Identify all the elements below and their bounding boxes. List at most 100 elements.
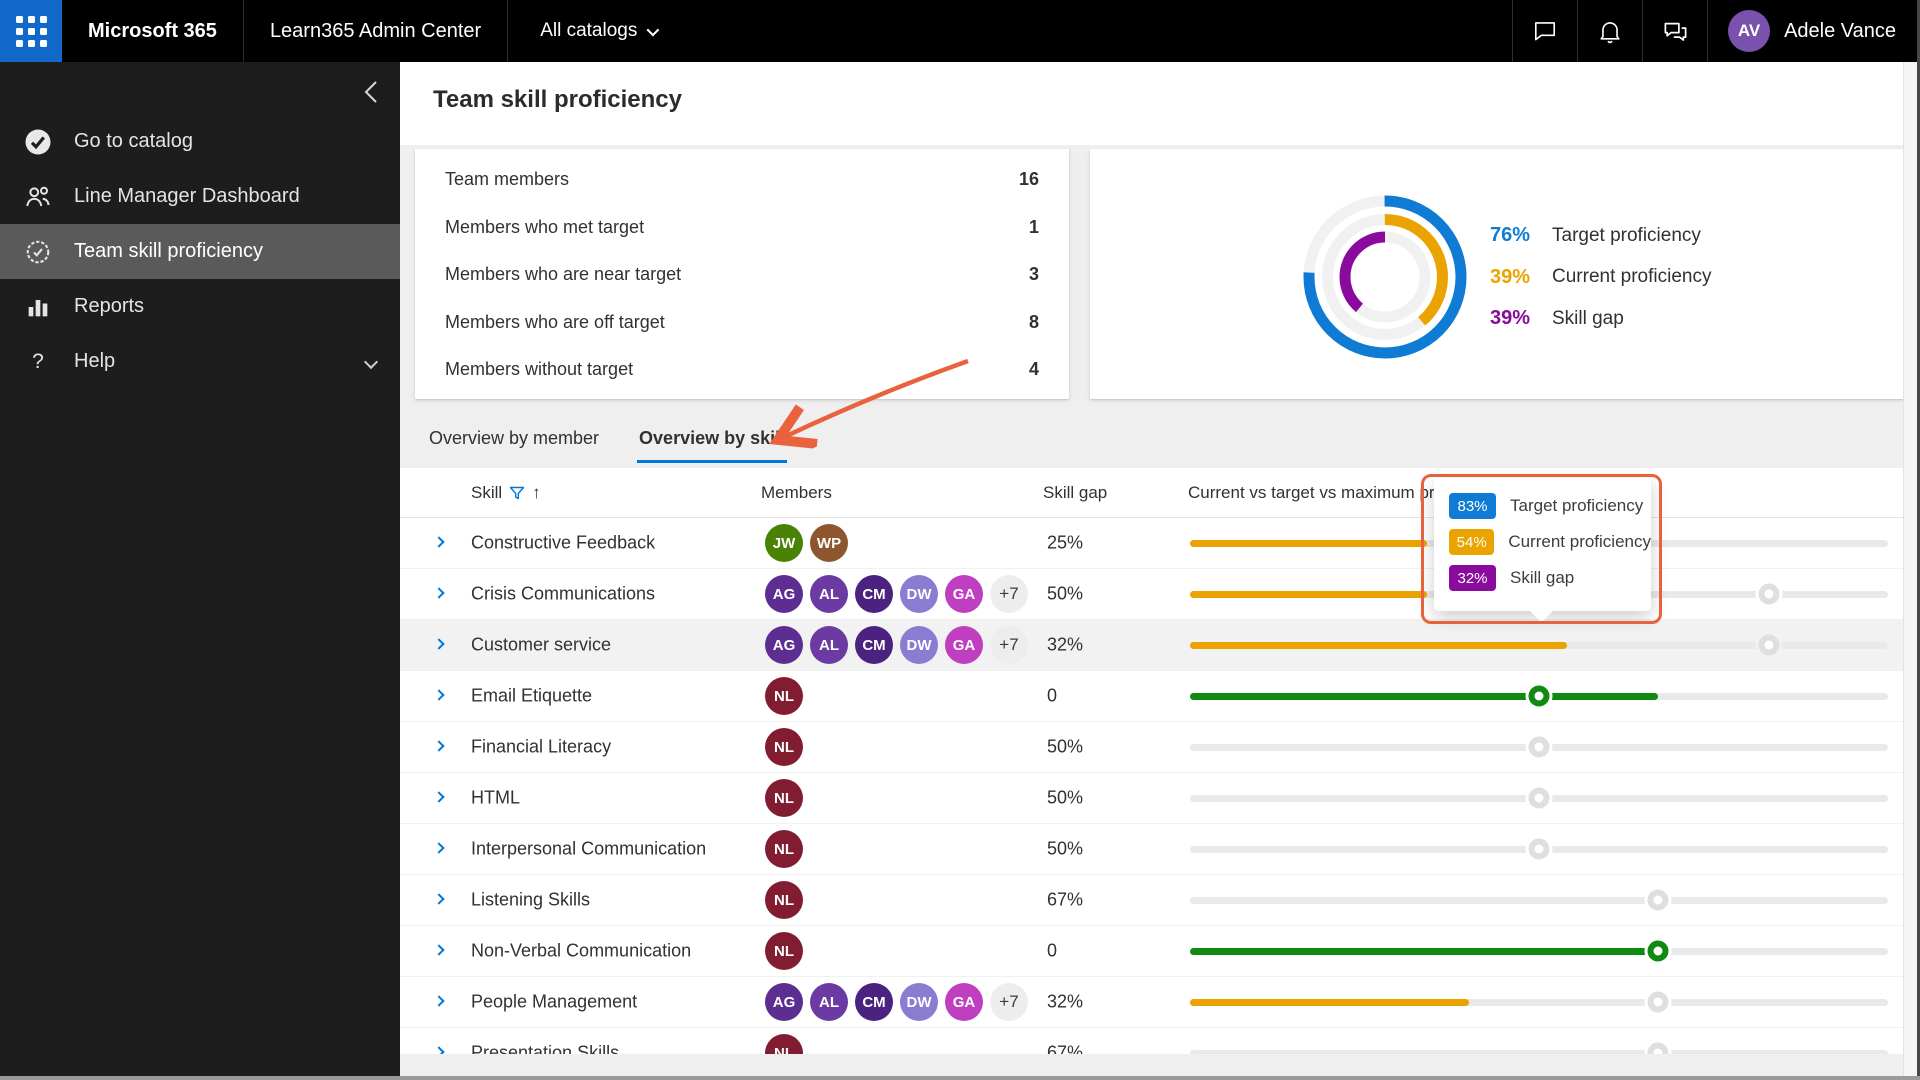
row-expand-chevron-icon[interactable] [432, 534, 450, 552]
stat-row: Members without target 4 [445, 346, 1039, 394]
sidebar-item-go-to-catalog[interactable]: Go to catalog [0, 114, 400, 169]
sidebar-item-team-skill-proficiency[interactable]: Team skill proficiency [0, 224, 400, 279]
tab-overview-by-member[interactable]: Overview by member [427, 424, 601, 463]
column-header-members[interactable]: Members [761, 483, 832, 503]
column-header-proficiency[interactable]: Current vs target vs maximum pro [1188, 483, 1444, 503]
stat-row: Members who are near target 3 [445, 251, 1039, 299]
table-row[interactable]: Email Etiquette NL 0 [400, 671, 1906, 722]
sidebar-item-label: Help [74, 350, 116, 372]
row-expand-chevron-icon[interactable] [432, 636, 450, 654]
table-row[interactable]: Interpersonal Communication NL 50% [400, 824, 1906, 875]
table-row[interactable]: Financial Literacy NL 50% [400, 722, 1906, 773]
table-header: Skill ↑ Members Skill gap Current vs tar… [400, 468, 1906, 518]
table-row[interactable]: Constructive Feedback JW WP 25% [400, 518, 1906, 569]
table-row[interactable]: Presentation Skills NL 67% [400, 1028, 1906, 1054]
product-name[interactable]: Microsoft 365 [62, 20, 243, 43]
catalog-selector[interactable]: All catalogs [508, 20, 670, 42]
avatar-overflow-count: +7 [990, 626, 1028, 664]
proficiency-slider [1190, 787, 1888, 809]
skill-name: Listening Skills [471, 889, 591, 910]
avatar: CM [855, 626, 893, 664]
proficiency-slider [1190, 736, 1888, 758]
avatar: NL [765, 677, 803, 715]
avatar-overflow-count: +7 [990, 575, 1028, 613]
table-row[interactable]: Non-Verbal Communication NL 0 [400, 926, 1906, 977]
members-avatars: NL [765, 728, 810, 766]
table-row[interactable]: People Management AG AL CM DW GA +7 32% [400, 977, 1906, 1028]
sort-ascending-icon[interactable]: ↑ [532, 483, 541, 503]
table-row[interactable]: Customer service AG AL CM DW GA +7 32% [400, 620, 1906, 671]
legend-value: 39% [1490, 265, 1531, 288]
skills-table: Skill ↑ Members Skill gap Current vs tar… [400, 468, 1906, 1054]
sidebar-collapse-icon[interactable] [360, 78, 384, 111]
stat-row: Team members 16 [445, 156, 1039, 204]
avatar: NL [765, 1034, 803, 1054]
slider-fill [1190, 998, 1470, 1006]
skill-name: Email Etiquette [471, 685, 593, 706]
avatar: CM [855, 575, 893, 613]
tooltip-label: Target proficiency [1510, 496, 1644, 515]
filter-funnel-icon[interactable] [509, 485, 525, 501]
team-summary-card: Team members 16 Members who met target 1 Mem… [415, 149, 1069, 399]
skill-gap-value: 67% [1047, 1042, 1084, 1055]
avatar: DW [900, 983, 938, 1021]
skill-gap-value: 50% [1047, 838, 1084, 859]
stat-value: 4 [1028, 359, 1039, 380]
table-row[interactable]: HTML NL 50% [400, 773, 1906, 824]
sidebar-item-help[interactable]: ? Help [0, 334, 400, 389]
skill-name: People Management [471, 991, 638, 1012]
skill-gap-value: 32% [1047, 991, 1084, 1012]
tooltip-row: 54% Current proficiency [1449, 529, 1651, 555]
slider-fill [1190, 590, 1428, 598]
row-expand-chevron-icon[interactable] [432, 687, 450, 705]
proficiency-slider [1190, 991, 1888, 1013]
sidebar-item-label: Reports [74, 295, 145, 317]
table-row[interactable]: Listening Skills NL 67% [400, 875, 1906, 926]
row-expand-chevron-icon[interactable] [432, 891, 450, 909]
avatar: NL [765, 932, 803, 970]
horizontal-scrollbar[interactable] [0, 1076, 1920, 1080]
row-expand-chevron-icon[interactable] [432, 993, 450, 1011]
slider-fill [1190, 947, 1658, 955]
legend-value: 39% [1490, 307, 1531, 330]
question-icon: ? [32, 349, 44, 373]
sidebar-item-reports[interactable]: Reports [0, 279, 400, 334]
sidebar-item-line-manager-dashboard[interactable]: Line Manager Dashboard [0, 169, 400, 224]
stat-value: 3 [1028, 264, 1039, 285]
notifications-bell-icon[interactable] [1578, 0, 1642, 62]
vertical-scrollbar[interactable] [1903, 62, 1917, 1076]
target-marker [1528, 736, 1550, 758]
row-expand-chevron-icon[interactable] [432, 840, 450, 858]
column-header-skill-gap[interactable]: Skill gap [1043, 483, 1107, 503]
app-name[interactable]: Learn365 Admin Center [244, 20, 507, 43]
avatar: NL [765, 830, 803, 868]
row-expand-chevron-icon[interactable] [432, 789, 450, 807]
members-avatars: NL [765, 932, 810, 970]
table-row[interactable]: Crisis Communications AG AL CM DW GA +7 50% [400, 569, 1906, 620]
chat-icon[interactable] [1513, 0, 1577, 62]
row-expand-chevron-icon[interactable] [432, 738, 450, 756]
avatar: GA [945, 983, 983, 1021]
skill-name: Financial Literacy [471, 736, 612, 757]
feedback-icon[interactable] [1643, 0, 1707, 62]
account-menu[interactable]: AV Adele Vance [1708, 10, 1920, 52]
tooltip-row: 83% Target proficiency [1449, 493, 1651, 519]
target-marker [1758, 583, 1780, 605]
page-title: Team skill proficiency [433, 86, 682, 113]
skill-name: Customer service [471, 634, 612, 655]
skill-gap-value: 0 [1047, 685, 1058, 706]
legend-value: 76% [1490, 224, 1531, 247]
row-expand-chevron-icon[interactable] [432, 585, 450, 603]
sidebar-menu: Go to catalog Line Manager Dashboard Team … [0, 114, 400, 389]
app-launcher-waffle-icon[interactable] [0, 0, 62, 62]
avatar: DW [900, 626, 938, 664]
stat-value: 1 [1028, 216, 1039, 237]
avatar: GA [945, 575, 983, 613]
sidebar-item-label: Go to catalog [74, 130, 193, 152]
skill-gap-value: 32% [1047, 634, 1084, 655]
row-expand-chevron-icon[interactable] [432, 1044, 450, 1054]
row-expand-chevron-icon[interactable] [432, 942, 450, 960]
tab-overview-by-skill[interactable]: Overview by skill [637, 424, 788, 463]
column-header-skill[interactable]: Skill [471, 483, 502, 503]
tooltip-label: Skill gap [1510, 568, 1575, 587]
